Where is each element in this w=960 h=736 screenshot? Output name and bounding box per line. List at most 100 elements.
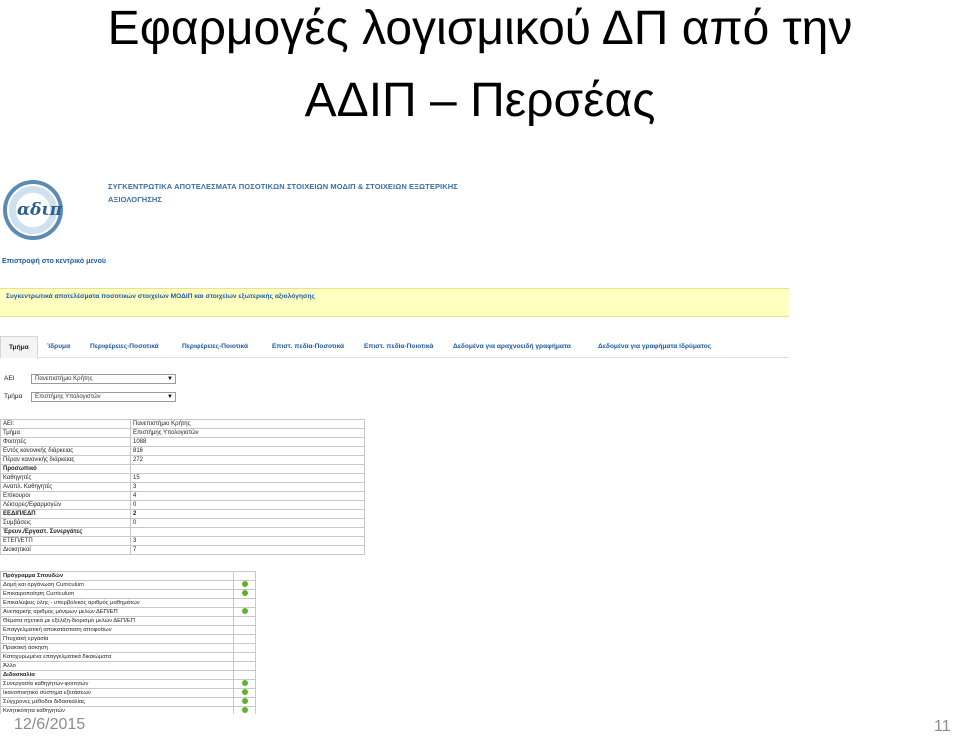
criterion-label: Επαγγελματική αποκατάσταση αποφοίτων — [0, 625, 234, 635]
app-screenshot: αδιπ ΣΥΓΚΕΝΤΡΩΤΙΚΑ ΑΠΟΤΕΛΕΣΜΑΤΑ ΠΟΣΟΤΙΚΩ… — [0, 172, 790, 714]
list-item: Επικαλύψεις ύλης - υπερβολικός αριθμός μ… — [0, 598, 256, 608]
stat-value: Επιστήμης Υπολογιστών — [130, 428, 365, 438]
tab-department[interactable]: Τμήμα — [0, 336, 38, 358]
criterion-label: Θέματα σχετικά με εξέλιξη-διορισμό μελών… — [0, 616, 234, 626]
adip-logo: αδιπ — [3, 180, 63, 240]
tab-regions-quantitative[interactable]: Περιφέρειες-Ποσοτικά — [90, 336, 159, 358]
criterion-label: Κατοχυρωμένα επαγγελματικά δικαιώματα — [0, 652, 234, 662]
table-row: Επίκουροι 4 — [0, 491, 365, 501]
department-select[interactable]: Επιστήμης Υπολογιστών ▼ — [31, 392, 176, 402]
table-row: ΕΤΕΠ/ΕΤΠ 3 — [0, 536, 365, 546]
slide-title-line-2: ΑΔΙΠ – Περσέας — [304, 74, 656, 127]
criterion-label: Πρόγραμμα Σπουδών — [0, 571, 234, 581]
stat-value: 4 — [130, 491, 365, 501]
aei-select-value: Πανεπιστήμιο Κρήτης — [35, 376, 93, 382]
criterion-label: Ανεπαρκής αριθμός μόνιμων μελών ΔΕΠ/ΕΠ — [0, 607, 234, 617]
stat-value: 3 — [130, 482, 365, 492]
status-cell — [233, 643, 256, 653]
status-cell — [233, 580, 256, 590]
table-row: Έρευν./Εργαστ. Συνεργάτες — [0, 527, 365, 537]
table-row: ΑΕΙ: Πανεπιστήμιο Κρήτης — [0, 419, 365, 429]
department-stats-table: ΑΕΙ: Πανεπιστήμιο Κρήτης Τμήμα Επιστήμης Υπ… — [0, 419, 365, 555]
stat-value: 7 — [130, 545, 365, 555]
list-item: Θέματα σχετικά με εξέλιξη-διορισμό μελών… — [0, 616, 256, 626]
criterion-label: Δομή και οργάνωση Curriculum — [0, 580, 234, 590]
criterion-label: Ικανοποιητικό σύστημα εξετάσεων — [0, 688, 234, 698]
green-status-dot-icon — [241, 698, 248, 705]
stat-value: 3 — [130, 536, 365, 546]
list-item: Πρόγραμμα Σπουδών — [0, 571, 256, 581]
table-row: Φοιτητές 1088 — [0, 437, 365, 447]
results-banner-text: Συγκεντρωτικά αποτελέσματα ποσοτικών στο… — [6, 293, 315, 300]
list-item: Διδασκαλία — [0, 670, 256, 680]
study-program-table: Πρόγραμμα Σπουδών Δομή και οργάνωση Curri… — [0, 571, 256, 714]
status-cell — [233, 598, 256, 608]
return-to-main-menu-link[interactable]: Επιστροφή στο κεντρικό μενού — [2, 258, 106, 265]
status-cell — [233, 679, 256, 689]
status-cell — [233, 688, 256, 698]
criterion-label: Συνεργασία καθηγητών-φοιτητών — [0, 679, 234, 689]
stat-label: Καθηγητές — [0, 473, 131, 483]
list-item: Πτυχιακή εργασία — [0, 634, 256, 644]
green-status-dot-icon — [241, 707, 248, 714]
green-status-dot-icon — [241, 590, 248, 597]
table-row: Εντός κανονικής διάρκειας 816 — [0, 446, 365, 456]
status-cell — [233, 616, 256, 626]
list-item: Δομή και οργάνωση Curriculum — [0, 580, 256, 590]
criterion-label: Επικαιροποίηση Curriculum — [0, 589, 234, 599]
stat-label: Επίκουροι — [0, 491, 131, 501]
status-cell — [233, 607, 256, 617]
stat-label: ΕΕΔΙΠ/ΕΔΠ — [0, 509, 131, 519]
criterion-label: Πτυχιακή εργασία — [0, 634, 234, 644]
stat-value — [130, 527, 365, 537]
stat-label: Φοιτητές — [0, 437, 131, 447]
status-cell — [233, 706, 256, 714]
stat-label: Προσωπικό — [0, 464, 131, 474]
green-status-dot-icon — [241, 581, 248, 588]
status-cell — [233, 589, 256, 599]
aei-label: ΑΕΙ — [4, 375, 15, 382]
tab-fields-quantitative[interactable]: Επιστ. πεδία-Ποσοτικά — [272, 336, 344, 358]
slide-date: 12/6/2015 — [14, 716, 86, 733]
tab-spider-chart-data[interactable]: Δεδομένα για αραχνοειδή γραφήματα — [453, 336, 571, 358]
slide-title-line-1: Εφαρμογές λογισμικού ΔΠ από την — [107, 2, 853, 55]
criterion-label: Σύγχρονες μέθοδοι διδασκαλίας — [0, 697, 234, 707]
table-row: ΕΕΔΙΠ/ΕΔΠ 2 — [0, 509, 365, 519]
table-row: Προσωπικό — [0, 464, 365, 474]
green-status-dot-icon — [241, 608, 248, 615]
status-cell — [233, 571, 256, 581]
dropdown-arrow-icon: ▼ — [167, 394, 173, 400]
results-banner: Συγκεντρωτικά αποτελέσματα ποσοτικών στο… — [0, 288, 789, 317]
table-row: Συμβάσεις 0 — [0, 518, 365, 528]
tab-fields-qualitative[interactable]: Επιστ. πεδία-Ποιοτικά — [364, 336, 433, 358]
stat-label: Συμβάσεις — [0, 518, 131, 528]
stat-label: Έρευν./Εργαστ. Συνεργάτες — [0, 527, 131, 537]
table-row: Διοικητικοί 7 — [0, 545, 365, 555]
stat-label: Διοικητικοί — [0, 545, 131, 555]
stat-label: ΑΕΙ: — [0, 419, 131, 429]
list-item: Κινητικότητα καθηγητών — [0, 706, 256, 714]
stat-label: ΕΤΕΠ/ΕΤΠ — [0, 536, 131, 546]
list-item: Κατοχυρωμένα επαγγελματικά δικαιώματα — [0, 652, 256, 662]
criterion-label: Άλλο — [0, 661, 234, 671]
tab-institution[interactable]: Ίδρυμα — [47, 336, 70, 358]
stat-label: Τμήμα — [0, 428, 131, 438]
stat-value — [130, 464, 365, 474]
stat-value: 15 — [130, 473, 365, 483]
green-status-dot-icon — [241, 680, 248, 687]
stat-value: 272 — [130, 455, 365, 465]
stat-label: Λέκτορες/Εφαρμογών — [0, 500, 131, 510]
page-header-title: ΣΥΓΚΕΝΤΡΩΤΙΚΑ ΑΠΟΤΕΛΕΣΜΑΤΑ ΠΟΣΟΤΙΚΩΝ ΣΤΟ… — [108, 182, 458, 204]
tab-institution-chart-data[interactable]: Δεδομένα για γραφήματα Ιδρύματος — [598, 336, 711, 358]
dropdown-arrow-icon: ▼ — [167, 376, 173, 382]
stat-value: 0 — [130, 518, 365, 528]
tab-regions-qualitative[interactable]: Περιφέρειες-Ποιοτικά — [182, 336, 248, 358]
aei-select[interactable]: Πανεπιστήμιο Κρήτης ▼ — [31, 374, 176, 384]
list-item: Ικανοποιητικό σύστημα εξετάσεων — [0, 688, 256, 698]
table-row: Αναπλ. Καθηγητές 3 — [0, 482, 365, 492]
stat-label: Εντός κανονικής διάρκειας — [0, 446, 131, 456]
table-row: Τμήμα Επιστήμης Υπολογιστών — [0, 428, 365, 438]
list-item: Άλλο — [0, 661, 256, 671]
stat-value: Πανεπιστήμιο Κρήτης — [130, 419, 365, 429]
table-row: Καθηγητές 15 — [0, 473, 365, 483]
